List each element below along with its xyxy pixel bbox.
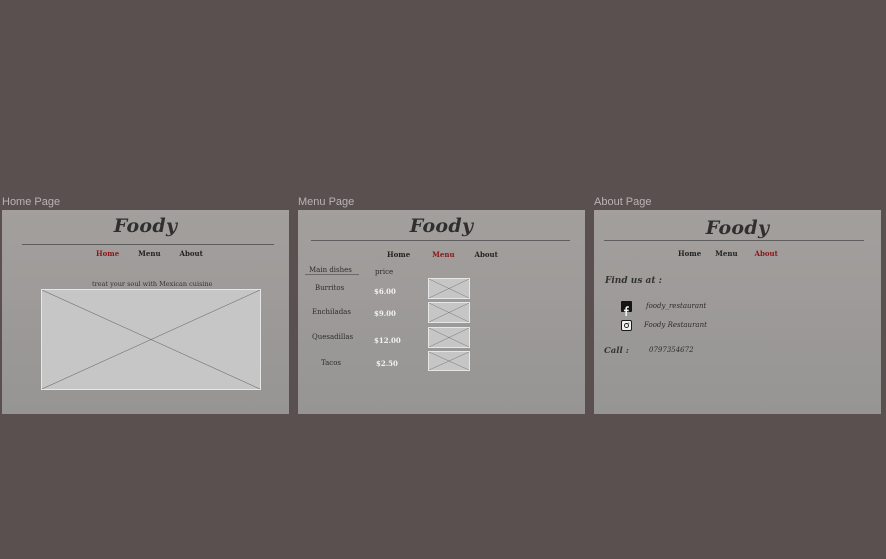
hero-image-placeholder — [41, 289, 261, 390]
menu-item-price: $2.50 — [376, 359, 398, 368]
menu-item-name: Quesadillas — [312, 333, 354, 341]
about-page-frame[interactable]: Foody Home Menu About Find us at : foody… — [594, 210, 881, 414]
menu-item-name: Enchiladas — [312, 308, 351, 316]
find-us-heading: Find us at : — [605, 276, 662, 286]
menu-item-image-placeholder — [428, 327, 470, 348]
instagram-icon[interactable] — [621, 320, 632, 331]
menu-item-image-placeholder — [428, 278, 470, 299]
frame-label-menu[interactable]: Menu Page — [298, 196, 354, 208]
instagram-handle[interactable]: Foody Restaurant — [644, 321, 707, 329]
nav-bar: Home Menu About — [678, 249, 778, 258]
menu-item-price: $9.00 — [374, 309, 396, 318]
nav-about[interactable]: About — [180, 249, 203, 258]
header-divider — [22, 244, 274, 245]
menu-item-image-placeholder — [428, 302, 470, 323]
frame-label-home[interactable]: Home Page — [2, 196, 60, 208]
nav-menu[interactable]: Menu — [432, 250, 454, 259]
nav-bar: Home Menu About — [96, 249, 203, 258]
menu-item-price: $6.00 — [374, 287, 396, 296]
nav-menu[interactable]: Menu — [138, 249, 160, 258]
menu-page-frame[interactable]: Foody Home Menu About Main dishes price … — [298, 210, 585, 414]
brand-logo[interactable]: Foody — [594, 217, 881, 239]
menu-item-image-placeholder — [428, 351, 470, 371]
phone-number[interactable]: 0797354672 — [649, 346, 694, 354]
nav-menu[interactable]: Menu — [715, 249, 737, 258]
menu-item-name: Tacos — [321, 359, 342, 367]
nav-home[interactable]: Home — [678, 249, 701, 258]
menu-item-price: $12.00 — [374, 336, 401, 345]
tagline: treat your soul with Mexican cuisine — [92, 280, 213, 288]
brand-logo[interactable]: Foody — [2, 215, 289, 237]
nav-home[interactable]: Home — [96, 249, 119, 258]
home-page-frame[interactable]: Foody Home Menu About treat your soul wi… — [2, 210, 289, 414]
nav-home[interactable]: Home — [387, 250, 410, 259]
brand-logo[interactable]: Foody — [298, 215, 585, 237]
dish-column-header: Main dishes — [309, 266, 352, 274]
price-column-header: price — [375, 268, 394, 276]
header-divider — [311, 240, 570, 241]
menu-item-name: Burritos — [315, 284, 345, 292]
facebook-handle[interactable]: foody_restaurant — [646, 302, 706, 310]
nav-about[interactable]: About — [475, 250, 498, 259]
nav-about[interactable]: About — [755, 249, 778, 258]
call-label: Call : — [604, 346, 629, 356]
dish-header-underline — [305, 274, 359, 275]
header-divider — [604, 240, 864, 241]
frame-label-about[interactable]: About Page — [594, 196, 652, 208]
facebook-icon[interactable] — [621, 301, 632, 316]
nav-bar: Home Menu About — [387, 250, 498, 259]
